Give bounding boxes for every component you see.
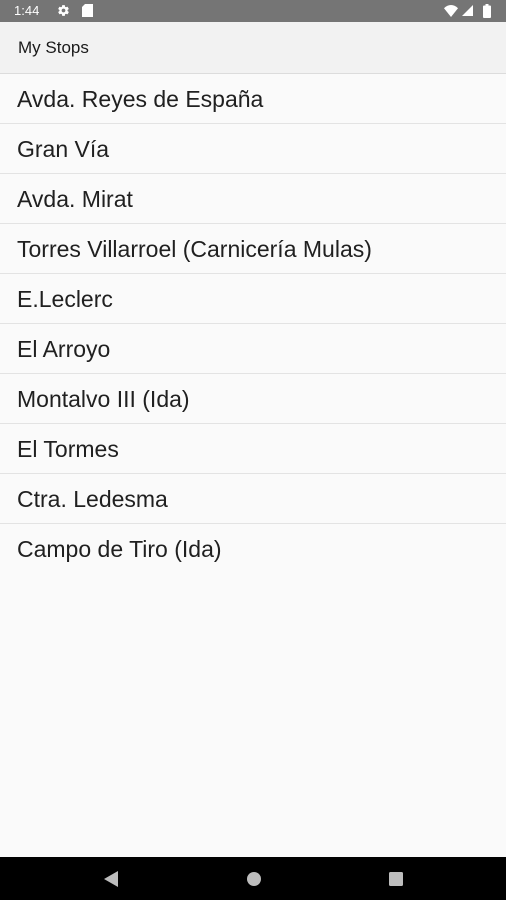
- stops-list: Avda. Reyes de España Gran Vía Avda. Mir…: [0, 74, 506, 574]
- status-bar: 1:44: [0, 0, 506, 22]
- stop-label: Torres Villarroel (Carnicería Mulas): [17, 236, 372, 262]
- stop-label: Avda. Reyes de España: [17, 86, 264, 112]
- stop-label: Avda. Mirat: [17, 186, 133, 212]
- navigation-bar: [0, 857, 506, 900]
- stop-label: Montalvo III (Ida): [17, 386, 190, 412]
- stop-list-item[interactable]: Campo de Tiro (Ida): [0, 524, 506, 574]
- stop-list-item[interactable]: El Tormes: [0, 424, 506, 474]
- stop-list-item[interactable]: Avda. Reyes de España: [0, 74, 506, 124]
- gear-icon: [58, 5, 69, 16]
- wifi-icon: [444, 5, 458, 17]
- stop-list-item[interactable]: Montalvo III (Ida): [0, 374, 506, 424]
- stop-label: Campo de Tiro (Ida): [17, 536, 222, 562]
- page-title: My Stops: [18, 38, 89, 57]
- home-icon[interactable]: [243, 868, 265, 890]
- stop-list-item[interactable]: Gran Vía: [0, 124, 506, 174]
- stop-list-item[interactable]: Torres Villarroel (Carnicería Mulas): [0, 224, 506, 274]
- signal-icon: [462, 5, 473, 16]
- stop-label: Ctra. Ledesma: [17, 486, 168, 512]
- battery-icon: [483, 4, 491, 18]
- status-time: 1:44: [14, 3, 40, 18]
- toolbar: My Stops: [0, 22, 506, 74]
- recents-icon[interactable]: [385, 868, 407, 890]
- stop-list-item[interactable]: Ctra. Ledesma: [0, 474, 506, 524]
- stop-list-item[interactable]: El Arroyo: [0, 324, 506, 374]
- sd-card-icon: [82, 4, 93, 17]
- stop-list-item[interactable]: E.Leclerc: [0, 274, 506, 324]
- stop-label: E.Leclerc: [17, 286, 113, 312]
- screen: 1:44 My Stops Avda. Reyes de España Gran…: [0, 0, 506, 900]
- stop-label: Gran Vía: [17, 136, 110, 162]
- stop-label: El Arroyo: [17, 336, 111, 362]
- stop-list-item[interactable]: Avda. Mirat: [0, 174, 506, 224]
- stop-label: El Tormes: [17, 436, 119, 462]
- back-icon[interactable]: [100, 868, 122, 890]
